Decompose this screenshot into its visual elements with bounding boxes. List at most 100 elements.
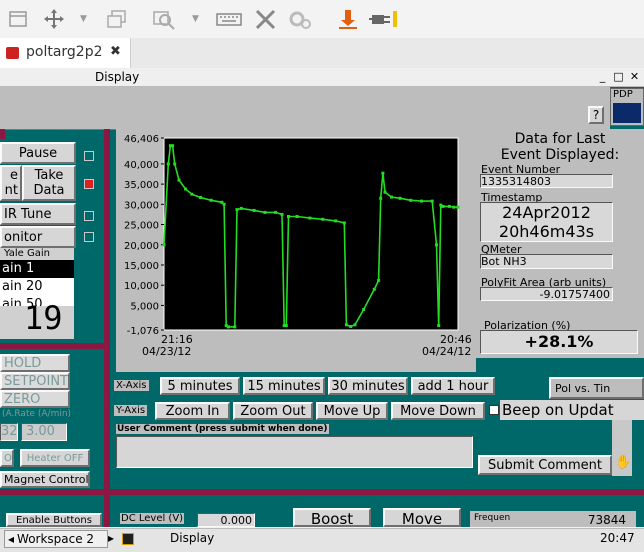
window-icon[interactable]: [8, 8, 28, 30]
pdp-grid-icon: [613, 103, 641, 123]
separator: [0, 489, 104, 495]
data-point: [379, 196, 383, 200]
data-point: [233, 325, 237, 329]
tools-icon[interactable]: [254, 8, 278, 30]
x-axis-label: X-Axis: [114, 380, 149, 391]
data-point: [362, 308, 366, 311]
data-point: [274, 210, 278, 214]
rate-label: (A.Rate (A/min): [2, 409, 72, 419]
move-icon[interactable]: [42, 8, 66, 30]
nmr-tune-indicator: [84, 211, 94, 221]
chevron-down-icon[interactable]: ▼: [192, 8, 204, 30]
magnet-on-button[interactable]: ON: [0, 449, 14, 467]
data-point: [390, 195, 393, 199]
nmr-tune-button[interactable]: IR Tune: [0, 203, 76, 225]
x-tick-start-date: 04/23/12: [142, 345, 191, 358]
take-data-button[interactable]: Take Data: [22, 165, 76, 201]
chevron-left-icon[interactable]: ◂: [5, 532, 17, 546]
header-bar: [0, 87, 610, 130]
data-point: [441, 204, 445, 208]
zoom-out-button[interactable]: Zoom Out: [233, 402, 313, 420]
top-toolbar: ▼ ▼: [0, 0, 644, 39]
data-point: [435, 243, 438, 247]
beep-checkbox[interactable]: [489, 405, 499, 415]
hold-button[interactable]: HOLD: [0, 354, 70, 372]
move-up-button[interactable]: Move Up: [316, 402, 388, 420]
cut-event-label-1: e: [10, 168, 18, 183]
y-tick-label: 30,000: [124, 200, 159, 211]
x-5-minutes-button[interactable]: 5 minutes: [160, 377, 240, 395]
workspace-switcher[interactable]: ◂ Workspace 2: [4, 530, 108, 548]
copy-window-icon[interactable]: [106, 8, 128, 30]
tab-title: poltarg2p2: [26, 44, 103, 60]
chevron-down-icon[interactable]: ▼: [80, 8, 92, 30]
data-point: [222, 202, 226, 206]
data-point: [239, 206, 243, 210]
gain-option-20[interactable]: ain 20: [0, 278, 74, 296]
event-number-field: 1335314803: [480, 174, 613, 188]
help-button[interactable]: ?: [588, 106, 604, 124]
data-point: [173, 162, 177, 166]
qmeter-field: Bot NH3: [480, 254, 613, 269]
setpoint-button[interactable]: SETPOINT: [0, 372, 70, 390]
timestamp-field: 24Apr2012 20h46m43s: [480, 202, 613, 242]
disconnect-icon[interactable]: [368, 8, 398, 30]
frequency-value: 73844: [587, 513, 626, 527]
data-point: [377, 278, 381, 282]
x-add-hour-button[interactable]: add 1 hour: [411, 377, 495, 395]
submit-comment-button[interactable]: Submit Comment: [478, 455, 612, 475]
comment-input[interactable]: [116, 436, 473, 468]
x-15-minutes-button[interactable]: 15 minutes: [243, 377, 325, 395]
data-point: [177, 178, 181, 182]
monitor-indicator: [84, 232, 94, 242]
data-point: [162, 243, 166, 247]
data-point: [381, 171, 385, 175]
hand-icon[interactable]: ✋: [615, 455, 631, 470]
y-tick-label: 46,406: [124, 134, 159, 145]
data-point: [437, 324, 441, 328]
timestamp-date: 24Apr2012: [502, 203, 591, 222]
info-title-line-1: Data for Last: [514, 131, 606, 147]
x-tick-end-date: 04/24/12: [422, 345, 471, 358]
pol-vs-time-button[interactable]: Pol vs. Tin: [549, 377, 644, 399]
close-icon[interactable]: ✖: [110, 44, 121, 59]
separator: [110, 489, 644, 495]
gain-option-1[interactable]: ain 1: [0, 260, 74, 278]
magnet-controls-button[interactable]: Magnet Controls: [0, 471, 90, 488]
beep-label: Beep on Updat: [502, 401, 614, 419]
pause-button[interactable]: Pause: [0, 142, 76, 164]
data-point: [456, 205, 460, 209]
move-down-button[interactable]: Move Down: [391, 402, 485, 420]
workspace-label: Workspace 2: [17, 532, 95, 546]
boost-button[interactable]: Boost: [293, 508, 371, 527]
zoom-in-button[interactable]: Zoom In: [155, 402, 230, 420]
monitor-button[interactable]: onitor: [0, 226, 76, 248]
data-point: [383, 190, 387, 194]
take-data-label-2: Data: [33, 183, 65, 198]
taskbar-clock: 20:47: [600, 531, 635, 545]
rate-set-field[interactable]: 3.00: [21, 423, 67, 441]
dc-level-field[interactable]: 0.000: [197, 513, 255, 527]
chevron-right-icon[interactable]: ▸: [108, 531, 114, 545]
y-axis-label: Y-Axis: [114, 405, 148, 416]
taskbar-app-label[interactable]: Display: [170, 531, 214, 545]
heater-off-button[interactable]: Heater OFF: [20, 449, 90, 467]
data-point: [226, 325, 230, 329]
maximize-button[interactable]: □: [612, 70, 625, 83]
data-point: [171, 144, 175, 148]
zero-button[interactable]: ZERO: [0, 390, 70, 408]
enable-buttons-button[interactable]: Enable Buttons: [6, 513, 102, 527]
data-point: [263, 210, 267, 214]
keyboard-icon[interactable]: [216, 8, 242, 30]
gear-icon[interactable]: [288, 8, 312, 30]
move-button[interactable]: Move: [383, 508, 461, 527]
send-key-icon[interactable]: [336, 8, 360, 30]
x-30-minutes-button[interactable]: 30 minutes: [328, 377, 408, 395]
pause-indicator: [84, 151, 94, 161]
minimize-button[interactable]: _: [596, 70, 609, 83]
data-point: [184, 187, 187, 191]
zoom-icon[interactable]: [152, 8, 176, 30]
close-window-button[interactable]: ✕: [628, 70, 641, 83]
frequency-panel: Frequen 73844: [470, 511, 636, 527]
cut-event-button[interactable]: e nt: [0, 165, 22, 201]
